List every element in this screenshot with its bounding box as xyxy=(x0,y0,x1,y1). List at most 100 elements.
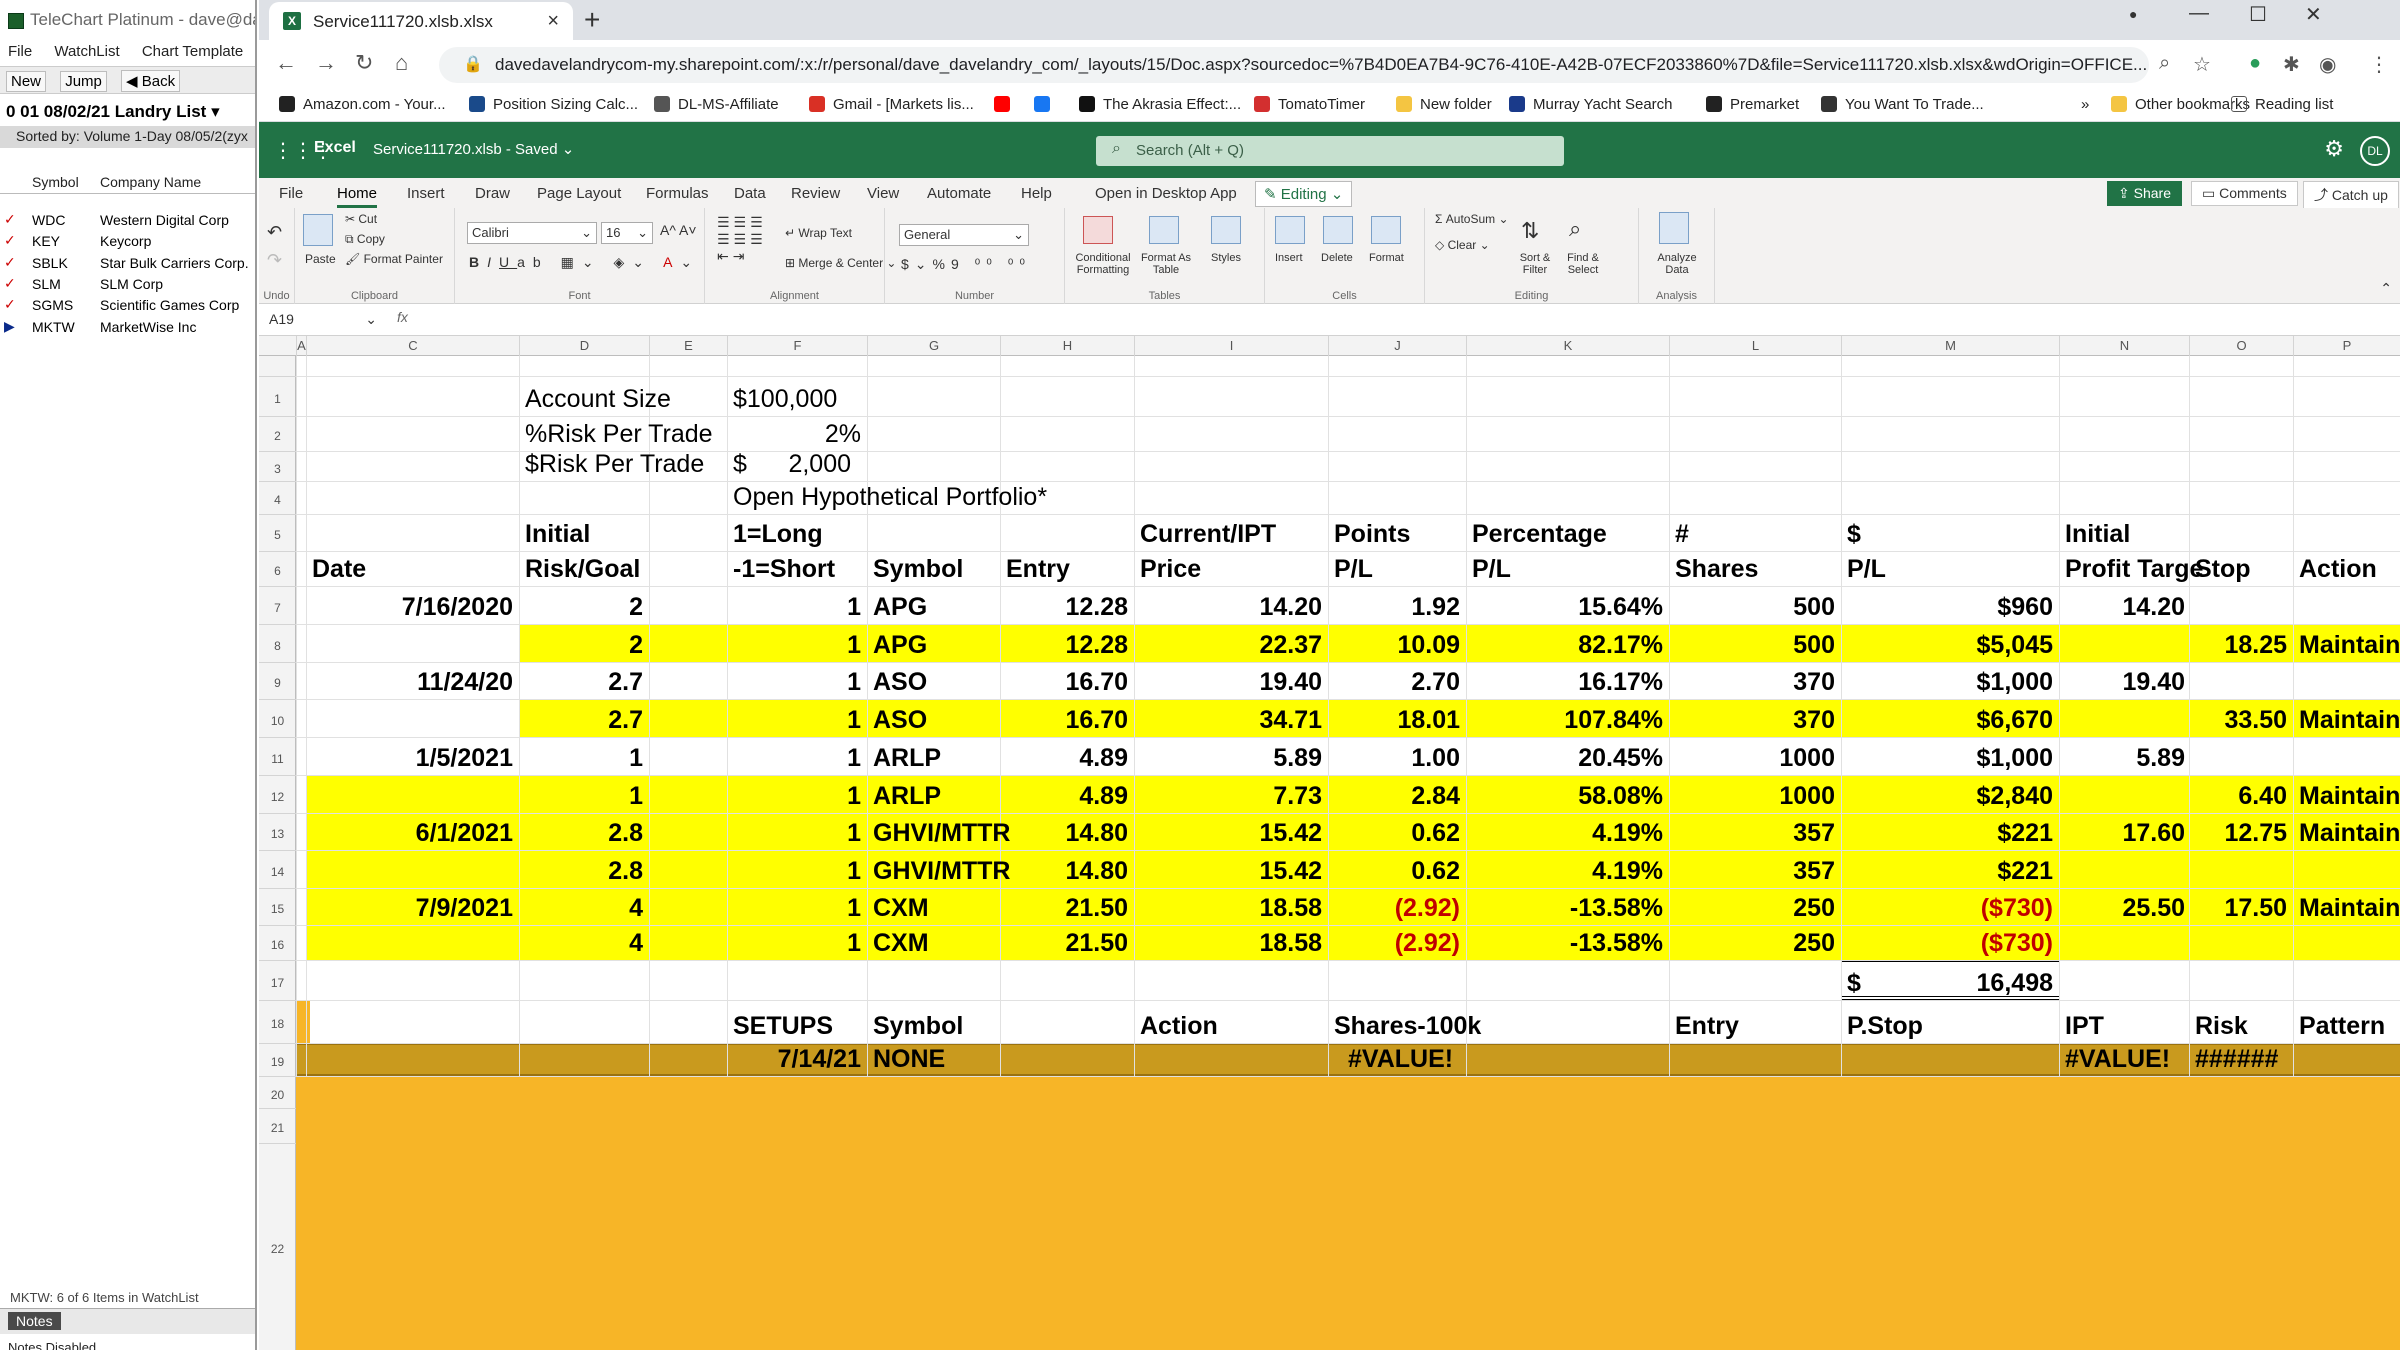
ribbon-tab[interactable]: Automate xyxy=(927,185,991,202)
spreadsheet-grid[interactable]: ACDEFGHIJKLMNOP 1 2 3 4 5 6 7 8 9 10 11 12 13 14 15 16 1… xyxy=(259,336,2400,1350)
column-header[interactable]: K xyxy=(1466,336,1669,356)
list-item[interactable]: ✓ SBLK Star Bulk Carriers Corp. xyxy=(0,253,255,274)
row-header[interactable]: 3 xyxy=(259,451,296,481)
trade-target-cell[interactable]: 19.40 xyxy=(2059,665,2189,699)
trade-pl-cell[interactable]: $2,840 xyxy=(1841,779,2059,813)
header-cell[interactable]: # xyxy=(1669,517,1841,551)
ribbon-tab[interactable]: File xyxy=(279,185,303,202)
trade-stop-cell[interactable]: 12.75 xyxy=(2189,816,2293,850)
bookmark-item[interactable]: You Want To Trade... xyxy=(1821,96,1984,113)
extension-icon[interactable]: ● xyxy=(2249,52,2261,75)
copy-button[interactable]: ⧉ Copy xyxy=(345,232,385,247)
company-column-header[interactable]: Company Name xyxy=(100,174,201,190)
trade-pl-cell[interactable]: ($730) xyxy=(1841,891,2059,925)
row-header[interactable]: 17 xyxy=(259,960,296,1000)
close-window-icon[interactable]: ✕ xyxy=(2305,2,2322,27)
setup-header-cell[interactable]: P.Stop xyxy=(1841,1009,2059,1043)
setup-header-cell[interactable]: Entry xyxy=(1669,1009,1841,1043)
ribbon-tab[interactable]: Draw xyxy=(475,185,510,202)
telechart-menu-chart-template[interactable]: Chart Template xyxy=(142,43,243,60)
trade-action-cell[interactable]: Maintain Stop xyxy=(2293,779,2400,813)
trade-pct-cell[interactable]: 58.08% xyxy=(1466,779,1669,813)
column-header[interactable]: P xyxy=(2293,336,2400,356)
row-header[interactable]: 19 xyxy=(259,1043,296,1076)
format-cells-icon[interactable] xyxy=(1371,216,1401,244)
trade-risk-cell[interactable]: 2 xyxy=(519,590,649,624)
bookmark-item[interactable]: The Akrasia Effect:... xyxy=(1079,96,1241,113)
undo-icon[interactable]: ↶ xyxy=(267,222,282,243)
setup-symbol-cell[interactable]: NONE xyxy=(867,1042,1000,1076)
risk-dollar-label[interactable]: $Risk Per Trade xyxy=(519,447,727,481)
trade-pct-cell[interactable]: 107.84% xyxy=(1466,703,1669,737)
trade-price-cell[interactable]: 7.73 xyxy=(1134,779,1328,813)
share-button[interactable]: ⇪ Share xyxy=(2107,181,2182,206)
trade-symbol-cell[interactable]: APG xyxy=(867,590,1000,624)
trade-points-cell[interactable]: 0.62 xyxy=(1328,816,1466,850)
trade-pct-cell[interactable]: 16.17% xyxy=(1466,665,1669,699)
trade-stop-cell[interactable]: 18.25 xyxy=(2189,628,2293,662)
catch-up-button[interactable]: ⤴ Catch up xyxy=(2303,181,2399,209)
trade-shares-cell[interactable]: 357 xyxy=(1669,816,1841,850)
row-header[interactable]: 14 xyxy=(259,850,296,888)
excel-app-name[interactable]: Excel xyxy=(314,139,356,157)
header-cell[interactable]: Initial xyxy=(519,517,649,551)
forward-nav-icon[interactable]: → xyxy=(315,50,337,76)
trade-symbol-cell[interactable]: CXM xyxy=(867,926,1000,960)
trade-target-cell[interactable] xyxy=(2059,628,2189,662)
sort-filter-icon[interactable]: ⇅ xyxy=(1521,218,1539,244)
bookmark-item[interactable] xyxy=(994,96,1018,113)
row-header[interactable]: 20 xyxy=(259,1076,296,1108)
trade-dir-cell[interactable]: 1 xyxy=(727,741,867,775)
grow-font-icon[interactable]: A^ A˅ xyxy=(660,222,697,238)
trade-risk-cell[interactable]: 4 xyxy=(519,891,649,925)
trade-pl-cell[interactable]: $1,000 xyxy=(1841,665,2059,699)
editing-mode-dropdown[interactable]: ✎ Editing ⌄ xyxy=(1255,181,1353,207)
back-button[interactable]: ◀ Back xyxy=(121,70,181,92)
trade-action-cell[interactable] xyxy=(2293,926,2400,960)
clear-button[interactable]: ◇ Clear ⌄ xyxy=(1435,238,1490,252)
trade-pl-cell[interactable]: $960 xyxy=(1841,590,2059,624)
header-cell[interactable]: Current/IPT xyxy=(1134,517,1328,551)
trade-pl-cell[interactable]: $221 xyxy=(1841,816,2059,850)
comments-button[interactable]: ▭ Comments xyxy=(2191,181,2298,206)
header-cell[interactable]: $ xyxy=(1841,517,2059,551)
column-header[interactable]: D xyxy=(519,336,649,356)
delete-cells-icon[interactable] xyxy=(1323,216,1353,244)
trade-risk-cell[interactable]: 2.7 xyxy=(519,665,649,699)
avatar[interactable]: DL xyxy=(2360,136,2390,166)
trade-symbol-cell[interactable]: CXM xyxy=(867,891,1000,925)
trade-dir-cell[interactable]: 1 xyxy=(727,665,867,699)
trade-symbol-cell[interactable]: ASO xyxy=(867,665,1000,699)
total-pl-value[interactable]: 16,498 xyxy=(1841,966,2059,1000)
browser-tab[interactable]: X Service111720.xlsb.xlsx × xyxy=(269,2,573,40)
shares-error-cell[interactable]: #VALUE! xyxy=(1328,1042,1466,1076)
risk-overflow-cell[interactable]: ###### xyxy=(2189,1042,2293,1076)
ribbon-tab[interactable]: Open in Desktop App xyxy=(1095,185,1237,202)
trade-points-cell[interactable]: 1.00 xyxy=(1328,741,1466,775)
trade-stop-cell[interactable]: 6.40 xyxy=(2189,779,2293,813)
bookmark-item[interactable]: Position Sizing Calc... xyxy=(469,96,638,113)
header-cell[interactable]: Entry xyxy=(1000,552,1134,586)
row-header[interactable]: 11 xyxy=(259,737,296,775)
trade-risk-cell[interactable]: 2.8 xyxy=(519,854,649,888)
trade-action-cell[interactable] xyxy=(2293,741,2400,775)
trade-stop-cell[interactable] xyxy=(2189,590,2293,624)
row-header[interactable]: 21 xyxy=(259,1108,296,1143)
ribbon-tab[interactable]: Home xyxy=(337,185,378,208)
puzzle-icon[interactable]: ✱ xyxy=(2283,52,2300,77)
font-size-select[interactable]: 16 ⌄ xyxy=(601,222,653,244)
trade-pl-cell[interactable]: $221 xyxy=(1841,854,2059,888)
format-cells-button[interactable]: Format xyxy=(1369,252,1404,264)
header-cell[interactable]: Profit Targe xyxy=(2059,552,2203,586)
list-item[interactable]: ✓ SGMS Scientific Games Corp xyxy=(0,295,255,316)
row-header[interactable]: 22 xyxy=(259,1143,296,1350)
collapse-ribbon-icon[interactable]: ⌃ xyxy=(2380,280,2392,297)
font-style-buttons[interactable]: BIUab ▦⌄ ◈⌄ A⌄ xyxy=(469,254,700,271)
column-header[interactable]: O xyxy=(2189,336,2293,356)
new-tab-button[interactable]: + xyxy=(584,4,600,36)
trade-stop-cell[interactable] xyxy=(2189,741,2293,775)
trade-entry-cell[interactable]: 21.50 xyxy=(1000,891,1134,925)
find-select-button[interactable]: Find & Select xyxy=(1559,252,1607,276)
risk-dollar-value[interactable]: 2,000 xyxy=(727,447,867,481)
trade-stop-cell[interactable] xyxy=(2189,854,2293,888)
